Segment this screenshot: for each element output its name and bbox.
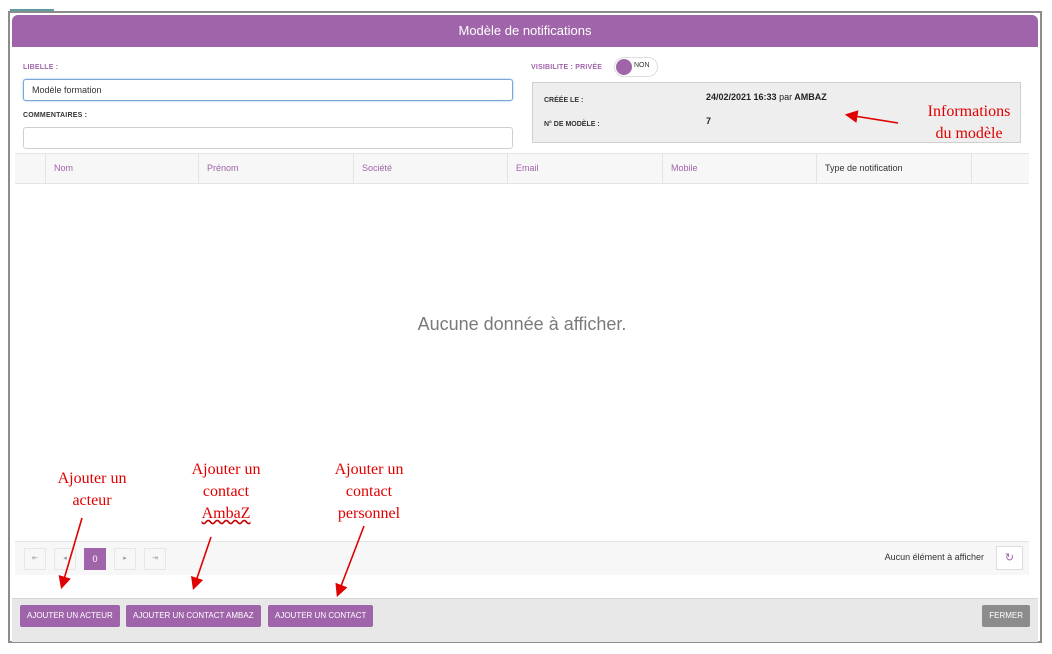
contacts-grid: Nom Prénom Société Email Mobile Type de … <box>15 153 1029 575</box>
close-button[interactable]: FERMER <box>982 605 1030 627</box>
column-nom[interactable]: Nom <box>45 154 198 183</box>
column-email[interactable]: Email <box>507 154 662 183</box>
modal-dialog: Modèle de notifications LIBELLE : Modèle… <box>8 11 1042 643</box>
created-user: AMBAZ <box>794 92 827 102</box>
toggle-knob <box>616 59 632 75</box>
visibilite-toggle[interactable]: NON <box>614 57 658 77</box>
annotation-add-ambaz-line3: AmbaZ <box>201 505 251 522</box>
annotation-add-personal-line3: personnel <box>337 505 401 522</box>
grid-select-column[interactable] <box>15 154 45 183</box>
refresh-icon[interactable]: ↻ <box>996 546 1023 570</box>
libelle-input[interactable]: Modèle formation <box>23 79 513 101</box>
created-value: 24/02/2021 16:33 par AMBAZ <box>706 92 827 102</box>
grid-header: Nom Prénom Société Email Mobile Type de … <box>15 154 1029 184</box>
column-mobile[interactable]: Mobile <box>662 154 816 183</box>
column-societe[interactable]: Société <box>353 154 507 183</box>
annotation-add-actor-line2: acteur <box>72 492 112 509</box>
annotation-add-ambaz-line1: Ajouter un <box>191 461 261 478</box>
commentaires-label: COMMENTAIRES : <box>23 112 88 119</box>
dialog-footer: AJOUTER UN ACTEUR AJOUTER UN CONTACT AMB… <box>12 598 1038 642</box>
add-ambaz-contact-button[interactable]: AJOUTER UN CONTACT AMBAZ <box>126 605 261 627</box>
empty-grid-message: Aucune donnée à afficher. <box>417 314 627 334</box>
annotation-model-info-line2: du modèle <box>935 125 1003 142</box>
model-number-value: 7 <box>706 116 712 126</box>
pager-info: Aucun élément à afficher <box>884 552 984 562</box>
add-actor-button[interactable]: AJOUTER UN ACTEUR <box>20 605 120 627</box>
annotation-add-actor: Ajouter un acteur <box>42 468 142 512</box>
annotation-add-personal-contact: Ajouter un contact personnel <box>313 459 425 525</box>
annotation-add-ambaz-contact: Ajouter un contact AmbaZ <box>176 459 276 525</box>
annotation-add-personal-line1: Ajouter un <box>334 461 404 478</box>
grid-pager: ⇤ ◂ 0 ▸ ⇥ Aucun élément à afficher ↻ <box>15 541 1029 575</box>
created-label: CRÉÉE LE : <box>544 97 584 104</box>
created-date: 24/02/2021 16:33 <box>706 92 777 102</box>
last-page-icon[interactable]: ⇥ <box>144 548 166 570</box>
commentaires-input[interactable] <box>23 127 513 149</box>
model-number-label: N° DE MODÈLE : <box>544 121 600 128</box>
annotation-add-personal-line2: contact <box>345 483 393 500</box>
column-type-notification[interactable]: Type de notification <box>816 154 971 183</box>
toggle-state: NON <box>634 62 650 69</box>
annotation-add-actor-line1: Ajouter un <box>57 470 127 487</box>
dialog-title: Modèle de notifications <box>12 15 1038 47</box>
current-page-button[interactable]: 0 <box>84 548 106 570</box>
annotation-add-ambaz-line2: contact <box>202 483 250 500</box>
add-contact-button[interactable]: AJOUTER UN CONTACT <box>268 605 374 627</box>
next-page-icon[interactable]: ▸ <box>114 548 136 570</box>
annotation-model-info: Informations du modèle <box>906 101 1032 145</box>
prev-page-icon[interactable]: ◂ <box>54 548 76 570</box>
visibilite-label: VISIBILITE : PRIVÉE <box>531 64 603 71</box>
created-by-word: par <box>779 92 793 102</box>
first-page-icon[interactable]: ⇤ <box>24 548 46 570</box>
libelle-label: LIBELLE : <box>23 64 59 71</box>
annotation-model-info-line1: Informations <box>927 103 1011 120</box>
column-prenom[interactable]: Prénom <box>198 154 353 183</box>
grid-extra-column <box>971 154 1021 183</box>
